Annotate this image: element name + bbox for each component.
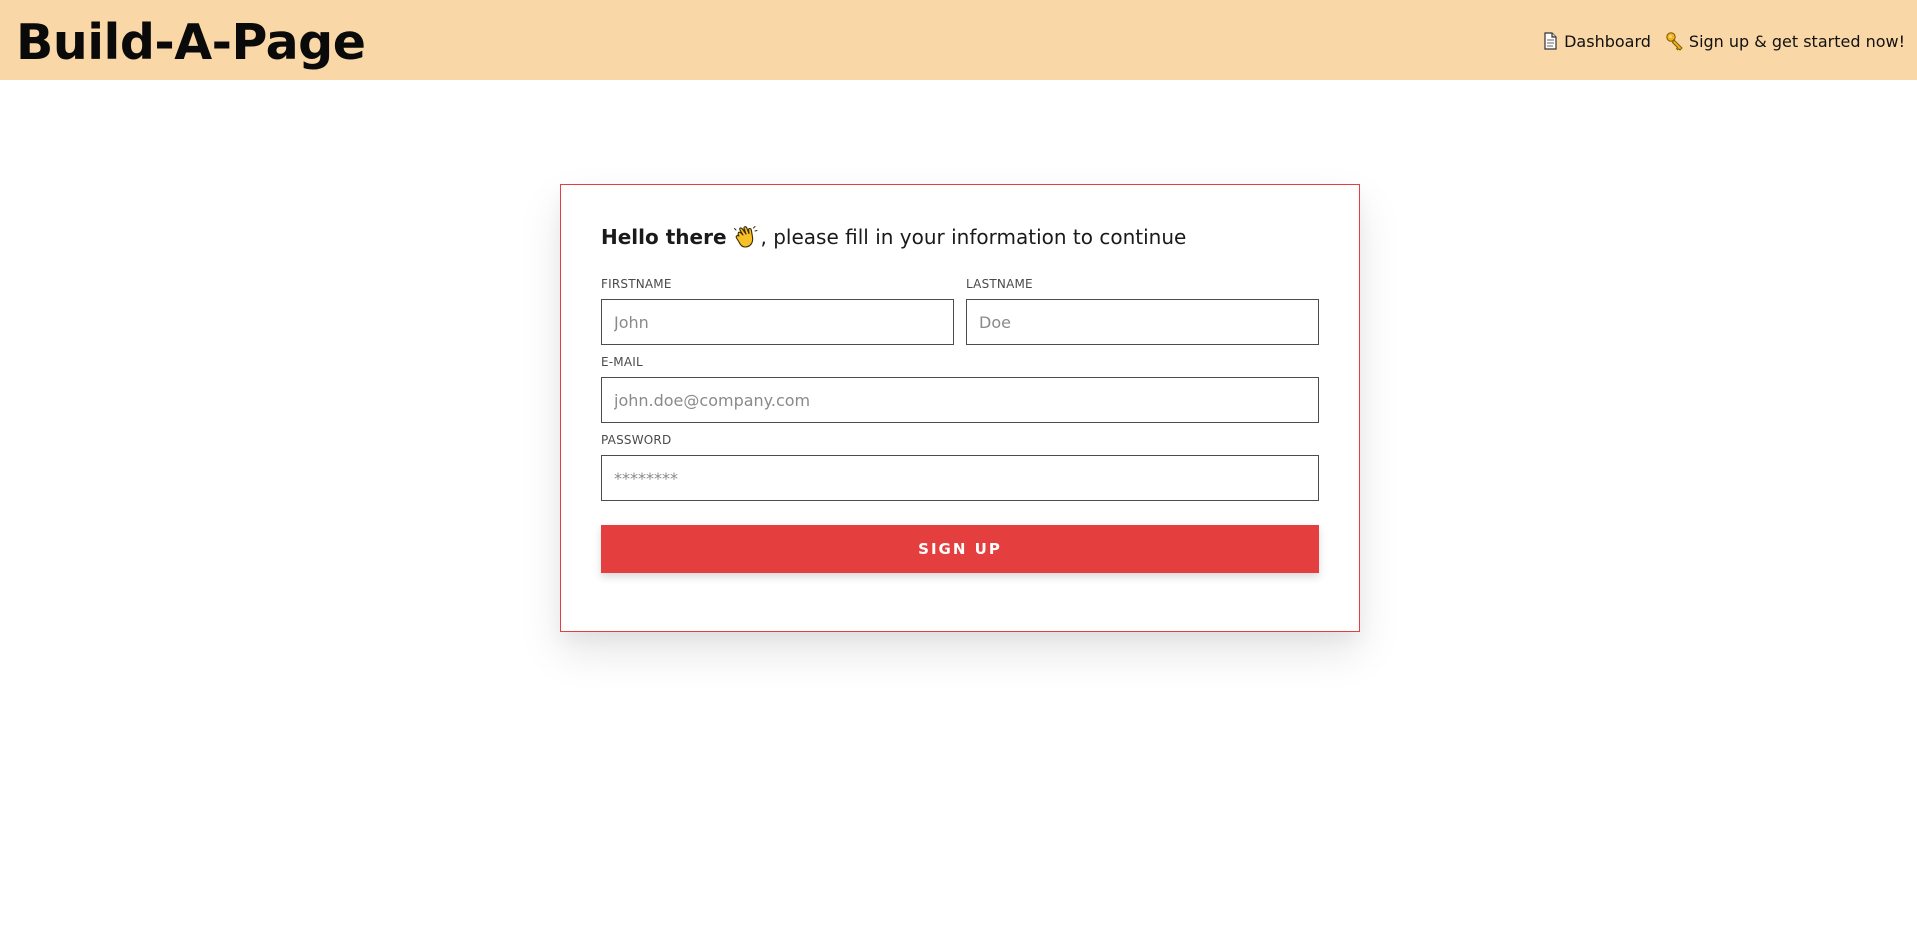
email-group: E-MAIL xyxy=(601,355,1319,423)
key-icon xyxy=(1665,31,1685,51)
lastname-group: LASTNAME xyxy=(966,277,1319,345)
email-label: E-MAIL xyxy=(601,355,643,369)
nav-link-signup-label: Sign up & get started now! xyxy=(1688,31,1905,51)
document-icon xyxy=(1540,31,1560,51)
nav-link-dashboard-label: Dashboard xyxy=(1564,31,1651,51)
brand-title[interactable]: Build-A-Page xyxy=(16,18,366,67)
firstname-label: FIRSTNAME xyxy=(601,277,672,291)
lastname-label: LASTNAME xyxy=(966,277,1033,291)
nav-link-dashboard[interactable]: Dashboard xyxy=(1540,31,1651,51)
top-bar: Build-A-Page Dashboard Sign up & get sta… xyxy=(0,0,1917,80)
password-input[interactable] xyxy=(601,455,1319,501)
firstname-group: FIRSTNAME xyxy=(601,277,954,345)
greeting-strong: Hello there xyxy=(601,225,727,249)
firstname-input[interactable] xyxy=(601,299,954,345)
email-input[interactable] xyxy=(601,377,1319,423)
greeting: Hello there , please fill in your inform… xyxy=(601,221,1319,253)
waving-hand-icon xyxy=(733,224,759,250)
signup-button[interactable]: SIGN UP xyxy=(601,525,1319,573)
nav-link-signup[interactable]: Sign up & get started now! xyxy=(1665,31,1905,51)
lastname-input[interactable] xyxy=(966,299,1319,345)
greeting-rest: , please fill in your information to con… xyxy=(760,225,1187,249)
signup-card: Hello there , please fill in your inform… xyxy=(560,184,1360,632)
password-label: PASSWORD xyxy=(601,433,672,447)
password-group: PASSWORD xyxy=(601,433,1319,501)
name-row: FIRSTNAME LASTNAME xyxy=(601,277,1319,345)
top-nav: Dashboard Sign up & get started now! xyxy=(1540,31,1905,51)
